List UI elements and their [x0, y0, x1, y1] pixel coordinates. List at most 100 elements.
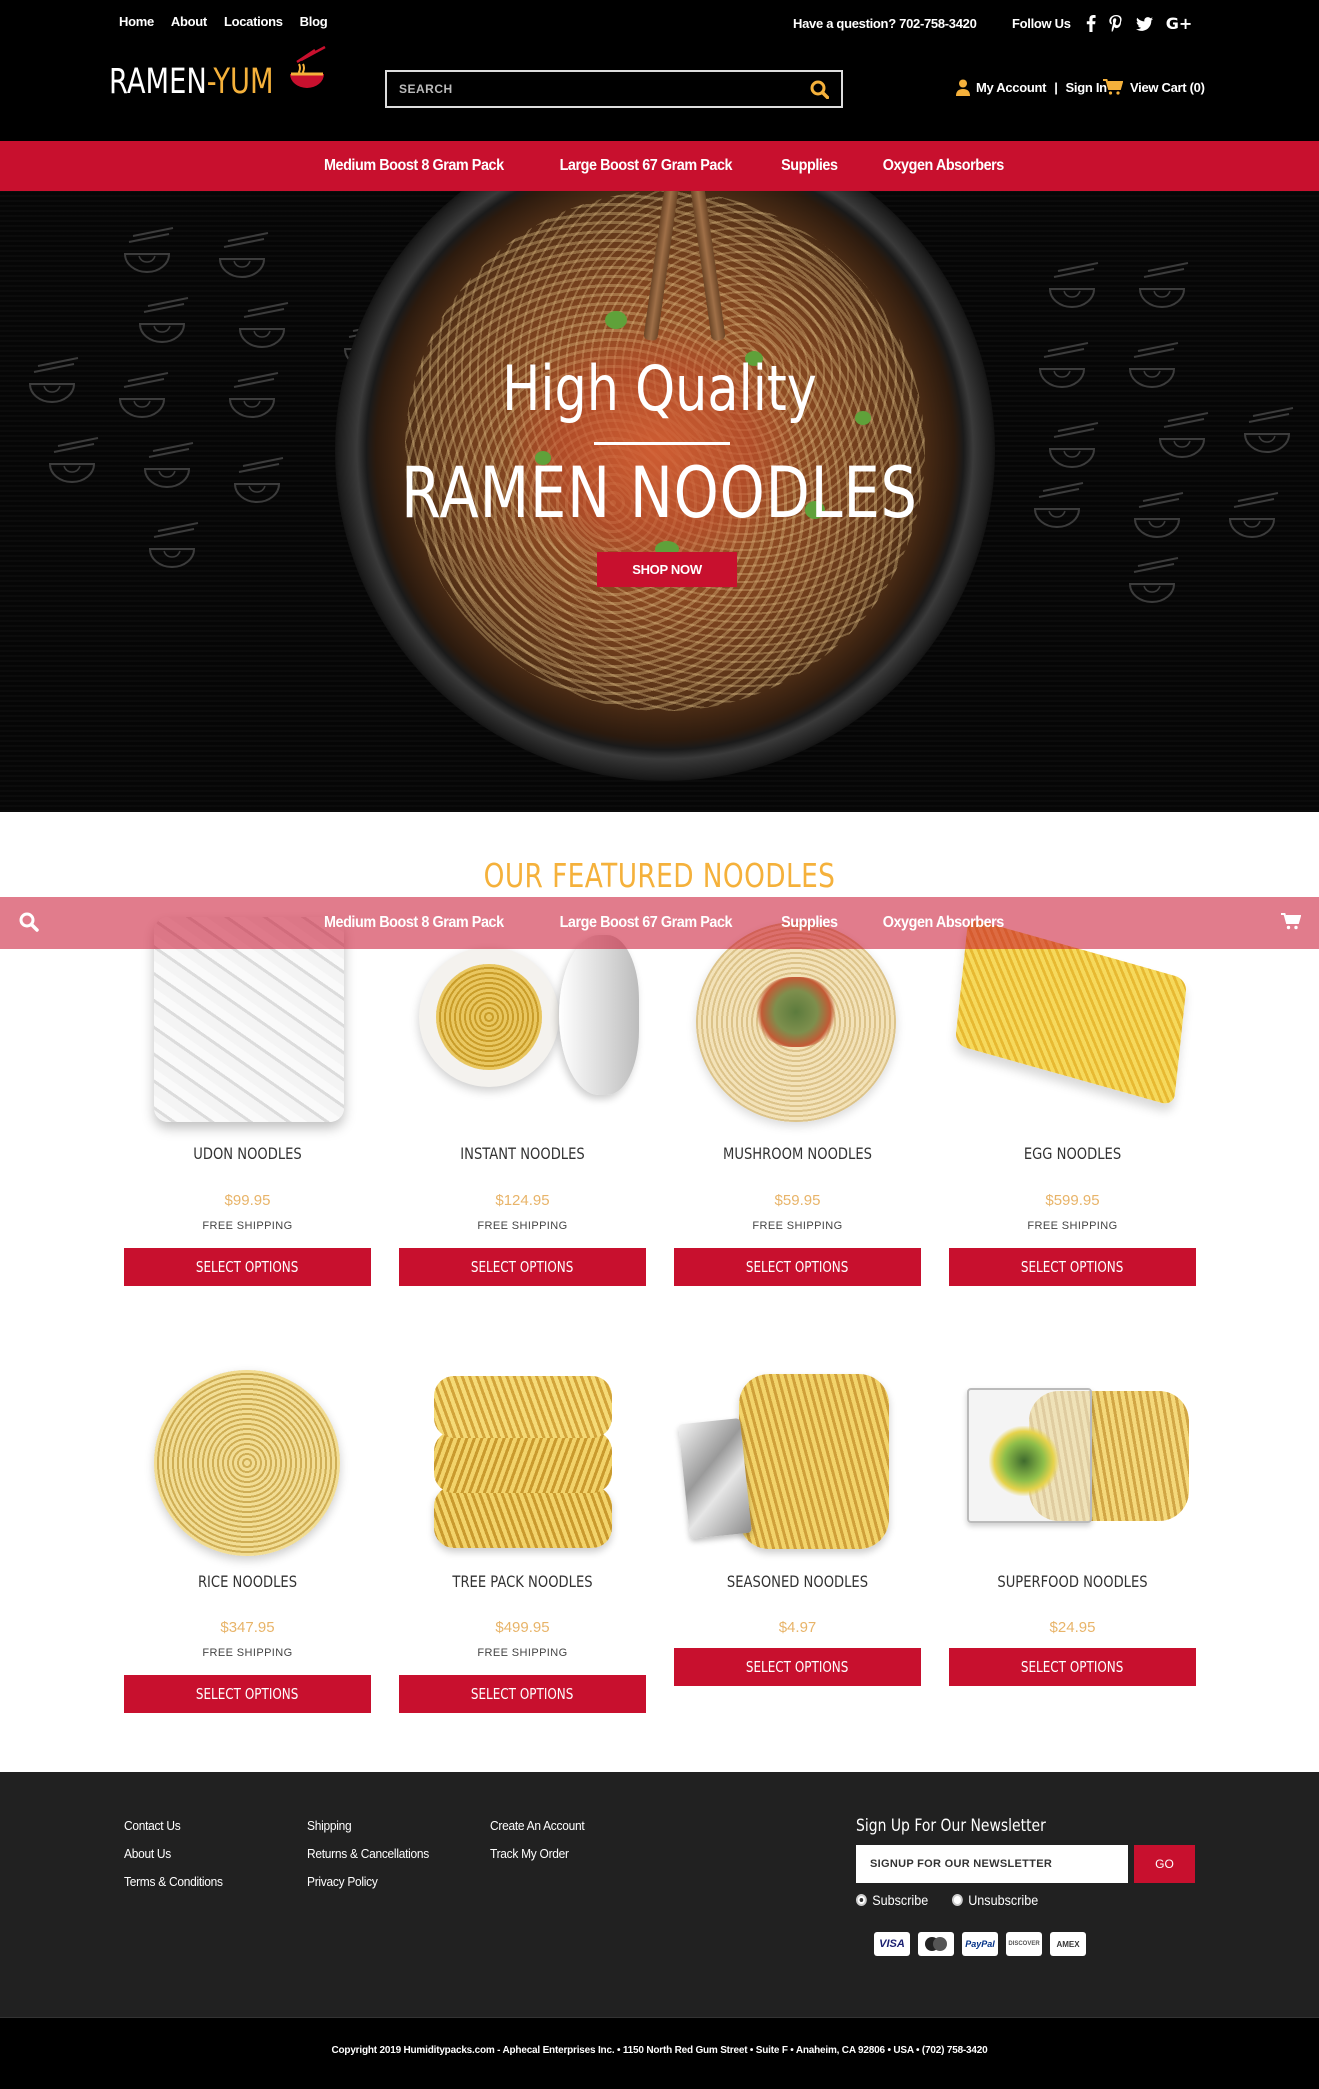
subscribe-option[interactable]: Subscribe — [856, 1892, 928, 1908]
product-shipping: FREE SHIPPING — [1027, 1220, 1118, 1232]
unsubscribe-radio[interactable] — [952, 1894, 964, 1906]
product-name[interactable]: MUSHROOM NOODLES — [696, 1144, 899, 1163]
bowl-pattern-icon — [1243, 407, 1294, 453]
amex-card-icon: AMEX — [1050, 1932, 1086, 1956]
footer-terms[interactable]: Terms & Conditions — [124, 1874, 223, 1889]
tree-pack-noodles-image[interactable] — [399, 1366, 646, 1566]
footer-create-account[interactable]: Create An Account — [490, 1818, 585, 1833]
twitter-icon[interactable] — [1135, 16, 1153, 31]
product-name[interactable]: EGG NOODLES — [971, 1144, 1174, 1163]
copyright-bar: Copyright 2019 Humiditypacks.com - Aphec… — [0, 2017, 1319, 2089]
cart-icon[interactable] — [1281, 913, 1301, 930]
featured-title: OUR FEATURED NOODLES — [483, 856, 836, 895]
bowl-pattern-icon — [1128, 557, 1179, 603]
footer-about-us[interactable]: About Us — [124, 1846, 223, 1861]
product-price: $499.95 — [495, 1619, 550, 1636]
top-link-home[interactable]: Home — [119, 14, 154, 29]
product-name[interactable]: UDON NOODLES — [146, 1144, 349, 1163]
product-card-tree-pack: TREE PACK NOODLES $499.95 FREE SHIPPING … — [399, 1366, 646, 1716]
footer-track-order[interactable]: Track My Order — [490, 1846, 584, 1861]
product-price: $4.97 — [778, 1619, 817, 1636]
sticky-nav-oxygen-absorbers[interactable]: Oxygen Absorbers — [883, 914, 1005, 932]
product-shipping: FREE SHIPPING — [752, 1220, 843, 1232]
select-options-button[interactable]: SELECT OPTIONS — [124, 1248, 371, 1286]
logo-text: RAMEN-YUM — [109, 62, 274, 102]
search-icon[interactable] — [19, 912, 39, 932]
view-cart-link[interactable]: View Cart (0) — [1103, 79, 1205, 95]
product-card-udon: UDON NOODLES $99.95 FREE SHIPPING SELECT… — [124, 917, 371, 1287]
product-name[interactable]: SUPERFOOD NOODLES — [971, 1572, 1174, 1591]
facebook-icon[interactable] — [1086, 15, 1096, 32]
footer-contact-us[interactable]: Contact Us — [124, 1818, 223, 1833]
select-options-button[interactable]: SELECT OPTIONS — [399, 1248, 646, 1286]
product-price: $599.95 — [1045, 1192, 1100, 1209]
phone-question: Have a question? 702-758-3420 — [793, 16, 977, 31]
unsubscribe-option[interactable]: Unsubscribe — [952, 1892, 1039, 1908]
nav-medium-boost[interactable]: Medium Boost 8 Gram Pack — [324, 157, 504, 175]
paypal-card-icon: PayPal — [962, 1932, 998, 1956]
bowl-pattern-icon — [28, 357, 79, 403]
top-link-about[interactable]: About — [171, 14, 207, 29]
ramen-yum-logo[interactable]: RAMEN-YUM — [109, 46, 326, 102]
google-plus-icon[interactable]: G+ — [1166, 15, 1193, 32]
top-links: Home About Locations Blog — [119, 14, 328, 29]
subscribe-radio[interactable] — [856, 1894, 867, 1906]
bowl-pattern-icon — [123, 227, 174, 273]
discover-card-icon: DISCOVER — [1006, 1932, 1042, 1956]
search-box — [385, 70, 843, 108]
product-name[interactable]: SEASONED NOODLES — [696, 1572, 899, 1591]
nav-large-boost[interactable]: Large Boost 67 Gram Pack — [559, 157, 732, 175]
my-account-link[interactable]: My Account — [976, 80, 1047, 95]
search-input[interactable] — [387, 72, 787, 106]
product-shipping: FREE SHIPPING — [202, 1220, 293, 1232]
top-link-locations[interactable]: Locations — [224, 14, 283, 29]
product-card-rice: RICE NOODLES $347.95 FREE SHIPPING SELEC… — [124, 1366, 371, 1716]
sticky-nav-bar: Medium Boost 8 Gram Pack Large Boost 67 … — [0, 897, 1319, 949]
search-icon[interactable] — [810, 80, 829, 99]
follow-us: Follow Us G+ — [1012, 15, 1192, 32]
superfood-noodles-image[interactable] — [949, 1366, 1196, 1566]
sticky-nav-large-boost[interactable]: Large Boost 67 Gram Pack — [559, 914, 732, 932]
footer-col-2: Shipping Returns & Cancellations Privacy… — [307, 1818, 440, 1889]
product-name[interactable]: TREE PACK NOODLES — [421, 1572, 624, 1591]
hero-title-line1: High Quality — [502, 352, 817, 425]
pinterest-icon[interactable] — [1109, 15, 1123, 32]
product-price: $347.95 — [220, 1619, 275, 1636]
select-options-button[interactable]: SELECT OPTIONS — [949, 1248, 1196, 1286]
copyright-text: Copyright 2019 Humiditypacks.com - Aphec… — [331, 2045, 988, 2056]
bowl-pattern-icon — [1048, 262, 1099, 308]
sign-in-link[interactable]: Sign In — [1066, 80, 1108, 95]
user-icon — [956, 79, 970, 96]
sticky-nav-items: Medium Boost 8 Gram Pack Large Boost 67 … — [314, 914, 1011, 932]
site-header: Home About Locations Blog Have a questio… — [0, 0, 1319, 141]
newsletter-options: Subscribe Unsubscribe — [856, 1892, 1048, 1908]
newsletter-title: Sign Up For Our Newsletter — [856, 1816, 1046, 1836]
footer-shipping[interactable]: Shipping — [307, 1818, 429, 1833]
select-options-button[interactable]: SELECT OPTIONS — [674, 1648, 921, 1686]
product-name[interactable]: RICE NOODLES — [146, 1572, 349, 1591]
bowl-pattern-icon — [1138, 262, 1189, 308]
select-options-button[interactable]: SELECT OPTIONS — [399, 1675, 646, 1713]
hero-title-line2: RAMEN NOODLES — [401, 452, 918, 534]
product-name[interactable]: INSTANT NOODLES — [421, 1144, 624, 1163]
footer-returns[interactable]: Returns & Cancellations — [307, 1846, 429, 1861]
select-options-button[interactable]: SELECT OPTIONS — [674, 1248, 921, 1286]
bowl-pattern-icon — [1228, 492, 1279, 538]
rice-noodles-image[interactable] — [124, 1366, 371, 1566]
select-options-button[interactable]: SELECT OPTIONS — [949, 1648, 1196, 1686]
seasoned-noodles-image[interactable] — [674, 1366, 921, 1566]
account-links: My Account | Sign In — [956, 79, 1107, 96]
shop-now-button[interactable]: SHOP NOW — [597, 552, 737, 587]
product-shipping: FREE SHIPPING — [477, 1220, 568, 1232]
footer-col-3: Create An Account Track My Order — [490, 1818, 593, 1861]
top-link-blog[interactable]: Blog — [300, 14, 328, 29]
product-price: $99.95 — [224, 1192, 271, 1209]
sticky-nav-supplies[interactable]: Supplies — [781, 914, 838, 932]
newsletter-email-input[interactable] — [856, 1845, 1128, 1883]
select-options-button[interactable]: SELECT OPTIONS — [124, 1675, 371, 1713]
footer-privacy[interactable]: Privacy Policy — [307, 1874, 429, 1889]
newsletter-go-button[interactable]: GO — [1134, 1845, 1195, 1883]
sticky-nav-medium-boost[interactable]: Medium Boost 8 Gram Pack — [324, 914, 504, 932]
nav-oxygen-absorbers[interactable]: Oxygen Absorbers — [883, 157, 1005, 175]
nav-supplies[interactable]: Supplies — [781, 157, 838, 175]
